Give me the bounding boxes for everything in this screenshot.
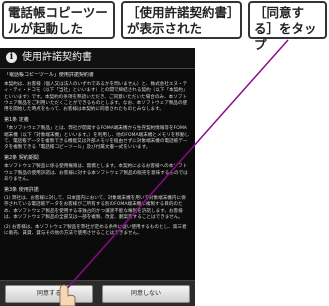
paragraph: (2) お客様は、本ソフトウェア製品を弊社が定める条件に従い使用するものとし、第… [4,225,187,237]
paragraph: (1) 弊社は、お客様に対して、日本国内において、対象端末機を用いて対象端末機内… [4,196,186,220]
callout-agreement-shown: ［使用許諾契約書］が表示された [121,1,242,39]
section-heading: 第2条 契約期間 [4,155,39,162]
agreement-scroll-area[interactable]: 「電話帳コピーツール」使用許諾契約書 本契約は、お客様（個人又は法人のいずれであ… [4,72,190,278]
section-heading: 第1条 定義 [4,117,29,124]
agreement-document: 「電話帳コピーツール」使用許諾契約書 本契約は、お客様（個人又は法人のいずれであ… [4,72,190,237]
phone-screen: i 使用許諾契約書 「電話帳コピーツール」使用許諾契約書 本契約は、お客様（個人… [0,48,195,306]
callout-tap-agree: ［同意する］をタップ [248,1,327,52]
paragraph: 本契約は、お客様（個人又は法人のいずれであるかを問いません）と、株式会社エヌ・テ… [4,82,188,113]
agree-button[interactable]: 同意する [5,285,93,303]
callout-tool-started: 電話帳コピーツールが起動した [2,1,115,39]
paragraph: 「本ソフトウェア製品」とは、弊社が開発するFOMA端末機から生存契約情報等をFO… [4,126,190,151]
paragraph: 本ソフトウェア製品に係る使用権限は、無償とします。本契約によるお客様への本ソフト… [4,164,188,182]
section-heading: 第3条 使用許諾 [4,187,39,194]
dialog-title: 使用許諾契約書 [22,52,92,63]
info-icon: i [6,52,17,63]
dialog-button-bar: 同意する 同意しない [0,280,195,306]
dialog-titlebar: i 使用許諾契約書 [0,48,195,69]
document-title: 「電話帳コピーツール」使用許諾契約書 [4,72,94,78]
callout-text: ［使用許諾契約書］が表示された [127,5,234,36]
callout-text: 電話帳コピーツールが起動した [8,5,108,36]
disagree-button[interactable]: 同意しない [102,285,190,303]
callout-text: ［同意する］をタップ [254,5,317,52]
